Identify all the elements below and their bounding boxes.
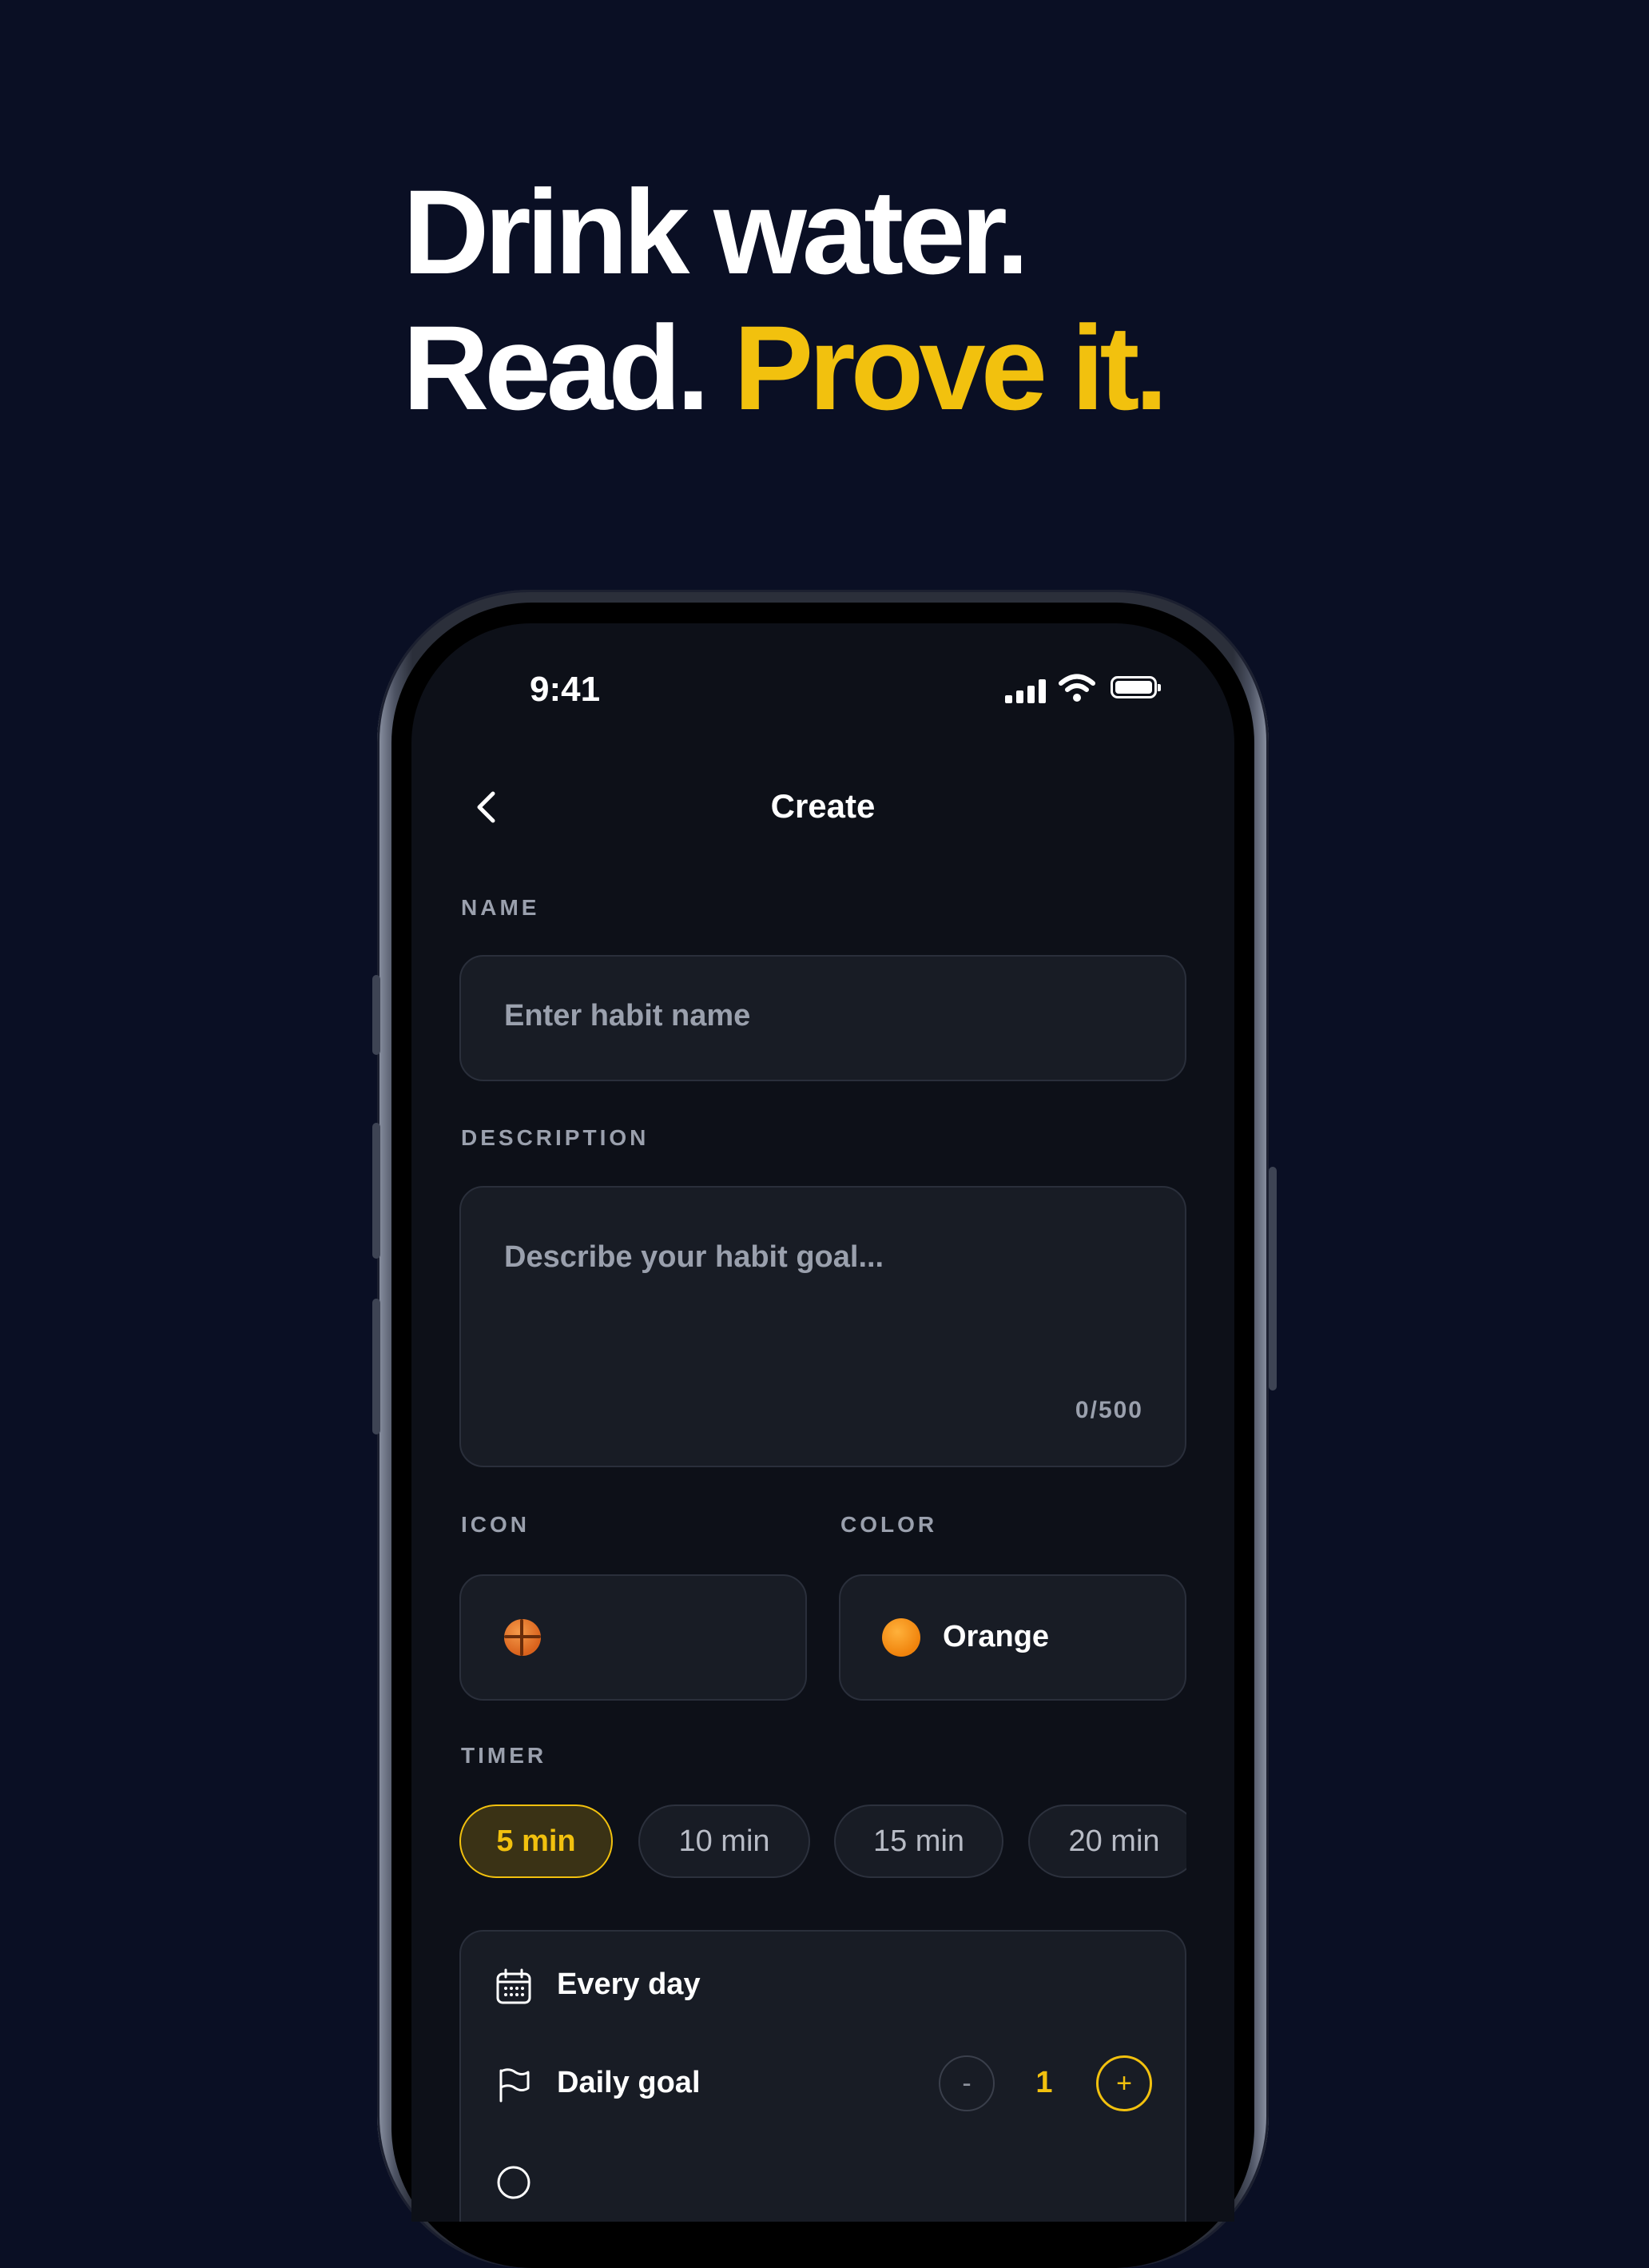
schedule-settings-card: Every day Daily goal - 1 + — [459, 1930, 1186, 2222]
icon-picker[interactable] — [459, 1574, 807, 1701]
headline-line-1: Drink water. — [403, 165, 1029, 299]
name-field[interactable]: Enter habit name — [459, 955, 1186, 1081]
page-title: Create — [770, 787, 876, 825]
volume-up-button — [372, 1123, 380, 1259]
calendar-icon — [496, 1968, 531, 2004]
color-label: COLOR — [840, 1512, 938, 1537]
name-placeholder: Enter habit name — [504, 999, 751, 1033]
headline-accent-text: Prove it. — [733, 300, 1168, 435]
orange-color-swatch — [882, 1618, 920, 1657]
description-placeholder: Describe your habit goal... — [504, 1240, 884, 1274]
frequency-row[interactable]: Every day — [557, 1968, 701, 2002]
wifi-icon — [1059, 674, 1095, 702]
headline-line-2: Read. Prove it. — [403, 300, 1168, 436]
battery-icon — [1111, 676, 1161, 698]
clock-icon — [497, 2166, 530, 2199]
timer-chip-20-min[interactable]: 20 min — [1028, 1804, 1186, 1878]
status-time: 9:41 — [530, 670, 601, 709]
flag-icon — [499, 2068, 530, 2103]
timer-chip-15-min[interactable]: 15 min — [834, 1804, 1003, 1878]
signal-icon — [1005, 679, 1048, 703]
mute-switch — [372, 975, 380, 1055]
daily-goal-label: Daily goal — [557, 2066, 701, 2099]
timer-options: 5 min 10 min 15 min 20 min — [459, 1804, 1186, 1880]
name-label: NAME — [461, 895, 540, 920]
goal-decrement-button[interactable]: - — [939, 2055, 995, 2111]
marketing-headline: Drink water. Read. Prove it. — [403, 164, 1168, 436]
color-name: Orange — [943, 1620, 1050, 1653]
goal-value: 1 — [1035, 2066, 1053, 2099]
description-label: DESCRIPTION — [461, 1125, 650, 1150]
timer-label: TIMER — [461, 1743, 547, 1768]
goal-increment-button[interactable]: + — [1096, 2055, 1152, 2111]
app-screen: 9:41 Create NAME Enter habit name DESCRI… — [411, 623, 1234, 2222]
timer-chip-5-min[interactable]: 5 min — [459, 1804, 613, 1878]
timer-chip-10-min[interactable]: 10 min — [638, 1804, 810, 1878]
icon-label: ICON — [461, 1512, 530, 1537]
headline-plain-text: Read. — [403, 300, 709, 435]
description-field[interactable]: Describe your habit goal... 0/500 — [459, 1186, 1186, 1467]
volume-down-button — [372, 1299, 380, 1434]
character-counter: 0/500 — [1075, 1397, 1143, 1423]
power-button — [1269, 1167, 1277, 1391]
basketball-icon — [504, 1619, 541, 1656]
color-picker[interactable]: Orange — [839, 1574, 1186, 1701]
